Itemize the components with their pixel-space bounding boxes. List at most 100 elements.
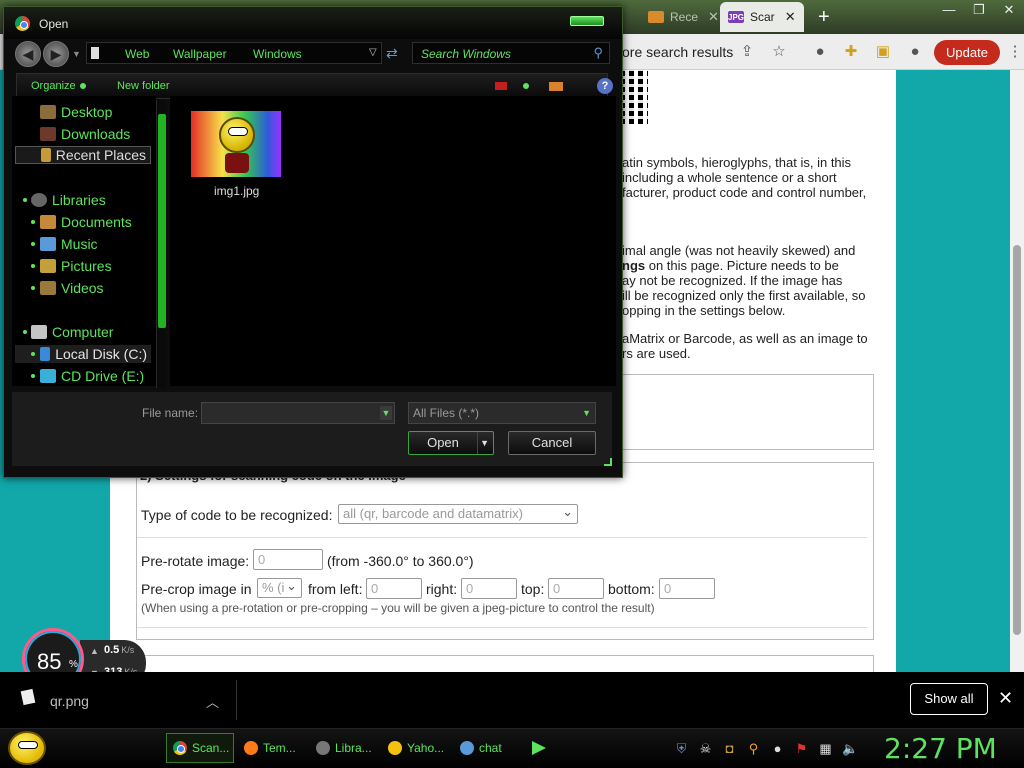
nav-item-recent-places[interactable]: Recent Places xyxy=(15,146,151,164)
navigation-scroll-thumb[interactable] xyxy=(158,114,166,328)
extensions-icon[interactable]: ✚ xyxy=(842,43,860,61)
minimize-button[interactable]: — xyxy=(934,0,964,20)
messenger-tray-icon[interactable]: ● xyxy=(770,741,785,756)
dialog-close-button[interactable] xyxy=(570,16,604,26)
update-button[interactable]: Update xyxy=(934,40,1000,65)
chevron-up-icon[interactable]: ︿ xyxy=(206,692,219,711)
browser-menu-icon[interactable]: ⋮ xyxy=(1006,43,1024,61)
pirate-icon[interactable]: ☠ xyxy=(698,741,713,756)
taskbar-clock[interactable]: 2:27 PM xyxy=(884,732,997,765)
taskbar-item-libraries[interactable]: Libra... xyxy=(310,733,380,763)
expand-local-disk-icon[interactable] xyxy=(31,352,35,356)
taskbar-item-firefox[interactable]: Tem... xyxy=(238,733,308,763)
search-tray-icon[interactable]: ⚲ xyxy=(746,741,761,756)
forward-button[interactable]: ▶ xyxy=(43,41,69,67)
right-input[interactable]: 0 xyxy=(461,578,517,599)
refresh-icon[interactable]: ⇄ xyxy=(386,45,398,62)
show-all-button[interactable]: Show all xyxy=(910,683,988,715)
bookmark-star-icon[interactable]: ☆ xyxy=(770,43,788,61)
nav-item-libraries[interactable]: Libraries xyxy=(31,191,106,209)
close-window-button[interactable]: ✕ xyxy=(994,0,1024,20)
file-name-label[interactable]: img1.jpg xyxy=(214,184,259,198)
expand-documents-icon[interactable] xyxy=(31,220,35,224)
expand-pictures-icon[interactable] xyxy=(31,264,35,268)
page-text: rs are used. xyxy=(622,346,691,361)
nav-item-videos[interactable]: Videos xyxy=(40,279,104,297)
page-scrollbar[interactable] xyxy=(1010,70,1024,672)
shield-icon[interactable]: ⛨ xyxy=(674,741,689,756)
file-thumbnail-img1[interactable] xyxy=(191,111,281,177)
cancel-button[interactable]: Cancel xyxy=(508,431,596,455)
network-icon[interactable]: ▦ xyxy=(818,741,833,756)
account-icon[interactable]: ● xyxy=(906,43,924,61)
address-dropdown-icon[interactable]: ▽ xyxy=(369,47,377,58)
browser-tab-scan[interactable]: JPG Scar ✕ xyxy=(720,2,804,32)
breadcrumb-wallpaper[interactable]: Wallpaper xyxy=(173,47,227,61)
from-left-input[interactable]: 0 xyxy=(366,578,422,599)
expand-libraries-icon[interactable] xyxy=(23,198,27,202)
precrop-note: (When using a pre-rotation or pre-croppi… xyxy=(141,601,655,615)
bottom-input[interactable]: 0 xyxy=(659,578,715,599)
expand-computer-icon[interactable] xyxy=(23,330,27,334)
nav-item-downloads[interactable]: Downloads xyxy=(40,125,130,143)
search-icon[interactable]: ⚲ xyxy=(593,45,603,61)
file-name-dropdown-icon[interactable]: ▼ xyxy=(380,406,392,420)
download-item[interactable]: qr.png xyxy=(50,693,89,709)
split-divider xyxy=(477,432,478,454)
organize-button[interactable]: Organize xyxy=(31,80,86,92)
breadcrumb-web[interactable]: Web xyxy=(125,47,149,61)
profile-flag-icon[interactable]: ● xyxy=(811,43,829,61)
browser-tab-recent[interactable]: Rece ✕ xyxy=(640,2,727,32)
page-scroll-thumb[interactable] xyxy=(1013,245,1021,635)
new-folder-button[interactable]: New folder xyxy=(117,80,170,92)
nav-item-documents[interactable]: Documents xyxy=(40,213,132,231)
resize-grip-icon[interactable] xyxy=(604,458,612,466)
media-player-icon[interactable] xyxy=(532,741,546,755)
top-input[interactable]: 0 xyxy=(548,578,604,599)
close-tab-icon[interactable]: ✕ xyxy=(708,9,719,25)
file-type-select[interactable]: All Files (*.*) ▼ xyxy=(408,402,596,424)
nav-item-music[interactable]: Music xyxy=(40,235,98,253)
start-button[interactable] xyxy=(8,731,46,765)
help-icon[interactable]: ? xyxy=(597,78,613,94)
nav-item-computer[interactable]: Computer xyxy=(31,323,113,341)
address-bar[interactable]: Web Wallpaper Windows ▽ xyxy=(86,42,382,64)
taskbar-item-yahoo[interactable]: Yaho... xyxy=(382,733,452,763)
change-view-icon[interactable] xyxy=(495,82,507,90)
volume-icon[interactable]: 🔈 xyxy=(842,741,858,756)
taskbar-item-chat[interactable]: chat xyxy=(454,733,524,763)
close-downloads-bar-button[interactable]: ✕ xyxy=(998,688,1013,709)
nav-item-pictures[interactable]: Pictures xyxy=(40,257,112,275)
open-options-chevron-icon[interactable]: ▼ xyxy=(480,432,489,454)
omnibox[interactable]: ore search results xyxy=(622,44,733,60)
precrop-unit-select[interactable]: % (i xyxy=(257,577,302,598)
nav-item-local-disk[interactable]: Local Disk (C:) xyxy=(15,345,151,363)
dialog-title-bar[interactable]: Open xyxy=(4,7,622,39)
close-tab-icon[interactable]: ✕ xyxy=(785,9,796,25)
taskbar-item-chrome[interactable]: Scan... xyxy=(166,733,234,763)
nav-item-cd-drive[interactable]: CD Drive (E:) xyxy=(40,367,144,385)
settings-link[interactable]: ngs xyxy=(622,258,645,273)
action-center-icon[interactable]: ⚑ xyxy=(794,741,809,756)
expand-videos-icon[interactable] xyxy=(31,286,35,290)
navigation-scrollbar[interactable] xyxy=(156,100,166,388)
back-button[interactable]: ◀ xyxy=(15,41,41,67)
preview-pane-icon[interactable] xyxy=(549,82,563,91)
expand-cd-drive-icon[interactable] xyxy=(31,374,35,378)
restore-button[interactable]: ❐ xyxy=(964,0,994,20)
recent-locations-chevron-icon[interactable]: ▼ xyxy=(72,49,81,59)
code-type-select[interactable]: all (qr, barcode and datamatrix) xyxy=(338,503,578,524)
search-input[interactable]: Search Windows ⚲ xyxy=(412,42,610,64)
new-tab-button[interactable]: + xyxy=(818,6,830,29)
mm-character-image xyxy=(219,117,255,153)
share-icon[interactable]: ⇪ xyxy=(738,43,756,61)
side-panel-icon[interactable]: ▣ xyxy=(874,43,892,61)
view-dropdown-icon[interactable] xyxy=(523,83,529,89)
breadcrumb-windows[interactable]: Windows xyxy=(253,47,302,61)
prerotate-input[interactable]: 0 xyxy=(253,549,323,570)
file-name-input[interactable]: ▼ xyxy=(201,402,395,424)
expand-music-icon[interactable] xyxy=(31,242,35,246)
nav-item-desktop[interactable]: Desktop xyxy=(40,103,112,121)
open-button[interactable]: Open ▼ xyxy=(408,431,494,455)
tray-app-icon[interactable]: ◘ xyxy=(722,741,737,756)
